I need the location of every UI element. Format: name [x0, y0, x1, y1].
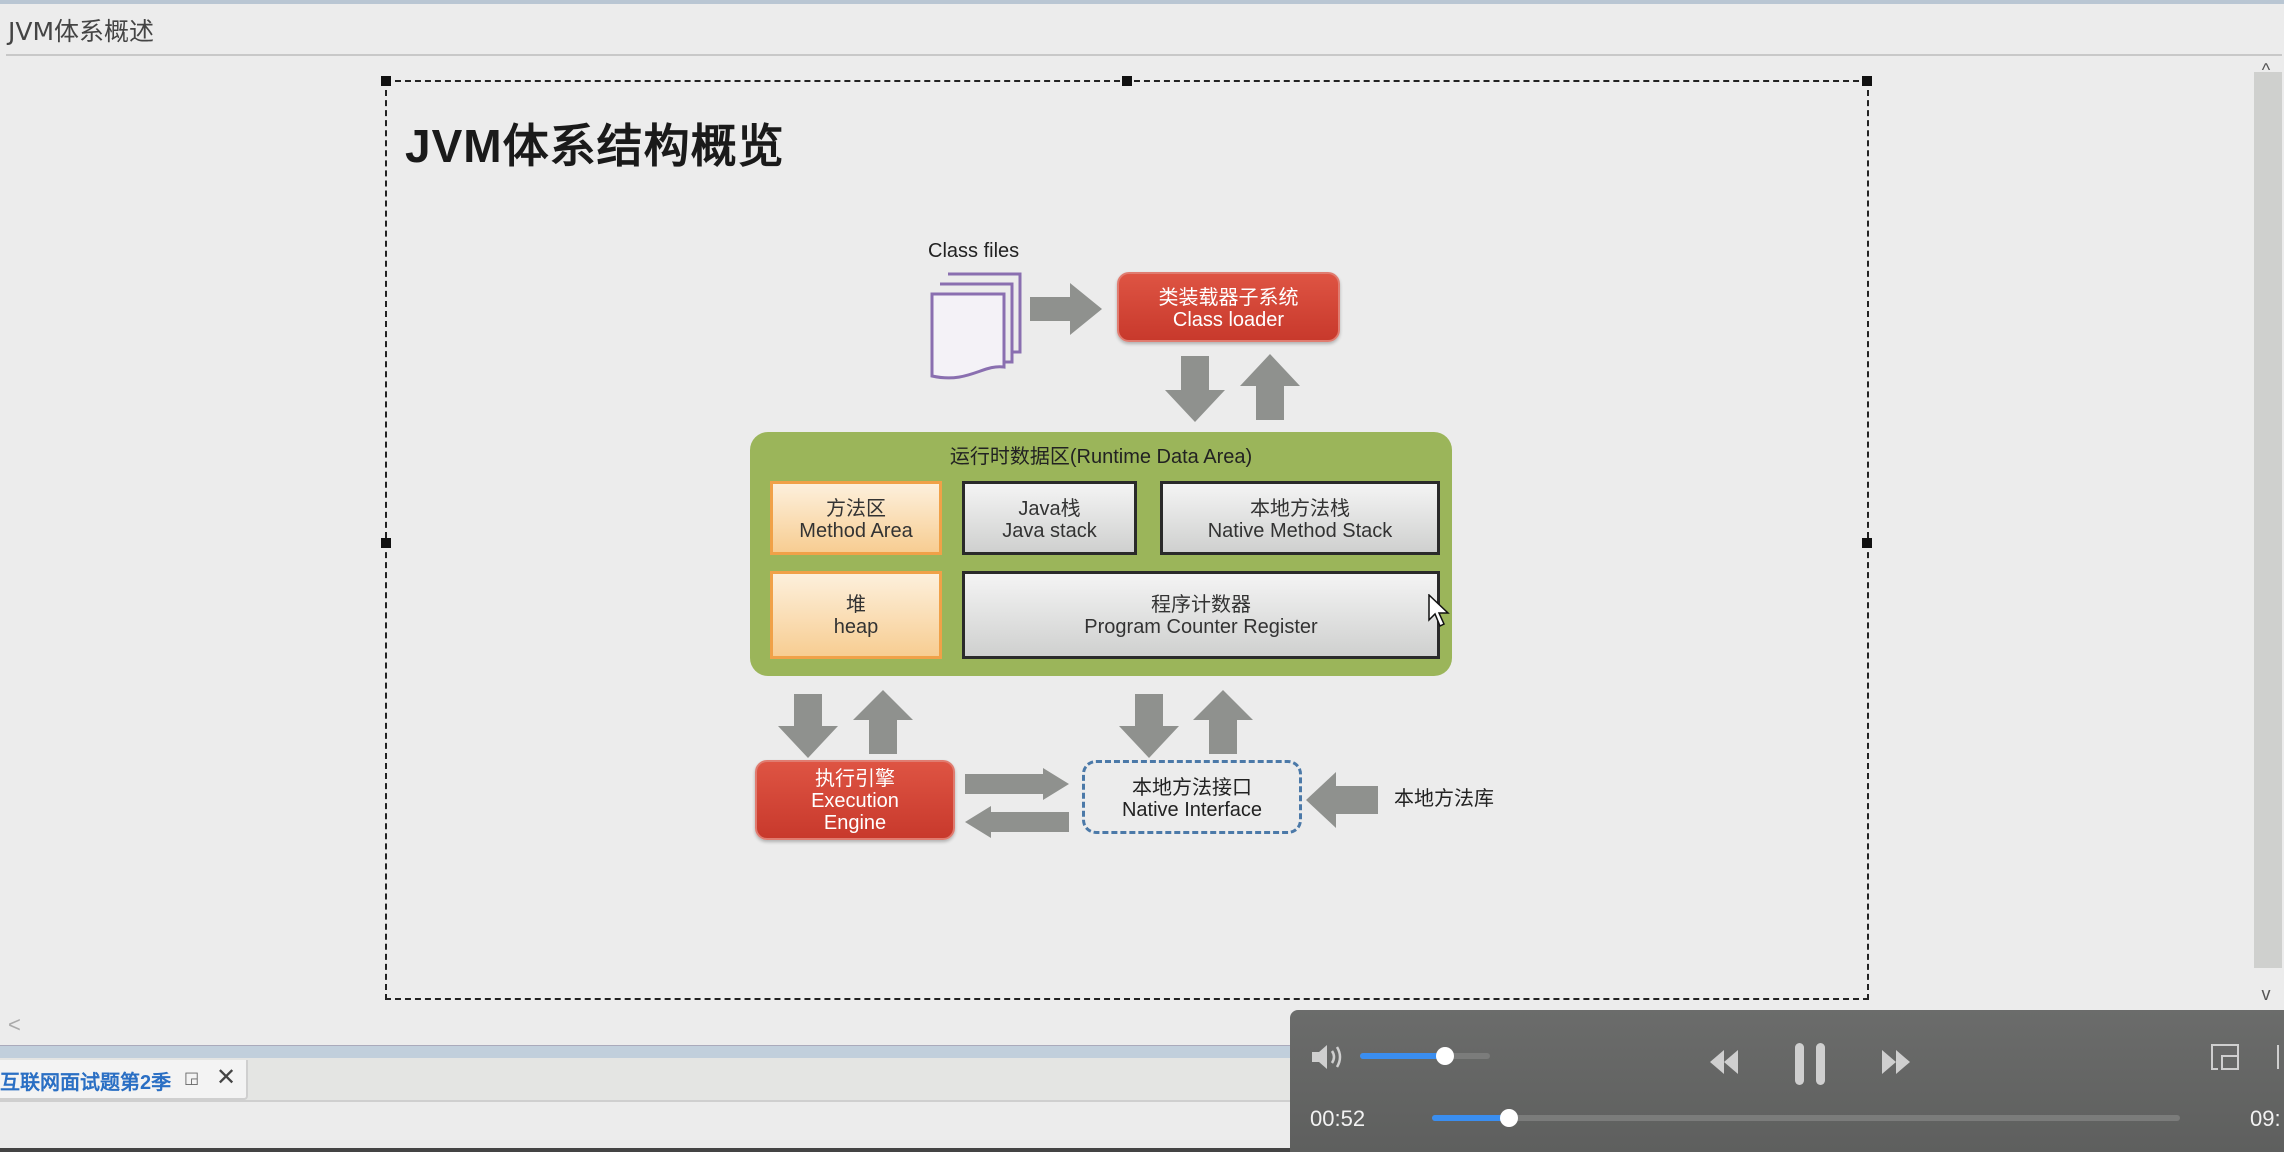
title-divider: [6, 54, 2282, 56]
mouse-cursor-icon: [1428, 594, 1450, 628]
native-interface-zh: 本地方法接口: [1132, 777, 1252, 799]
arrow-down-to-runtime: [1165, 356, 1225, 422]
arrow-right-to-classloader: [1030, 283, 1102, 335]
picture-in-picture-icon[interactable]: [2210, 1043, 2240, 1071]
class-loader-zh: 类装载器子系统: [1158, 287, 1299, 309]
tab-close-icon[interactable]: ✕: [216, 1063, 236, 1092]
progress-bar-track[interactable]: [1432, 1115, 2180, 1121]
resize-handle-right[interactable]: [1862, 538, 1872, 548]
execution-engine-box: 执行引擎 Execution Engine: [755, 760, 955, 840]
method-area-zh: 方法区: [826, 498, 886, 520]
volume-slider-knob[interactable]: [1435, 1047, 1454, 1065]
class-files-label: Class files: [928, 240, 1020, 262]
execution-engine-zh: 执行引擎: [815, 768, 895, 790]
resize-handle-left[interactable]: [381, 538, 391, 548]
native-interface-box: 本地方法接口 Native Interface: [1082, 760, 1302, 834]
heap-box: 堆 heap: [770, 571, 942, 659]
arrow-right-to-native-interface: [965, 768, 1069, 800]
heap-zh: 堆: [846, 594, 866, 616]
class-files-icon: [930, 272, 1022, 380]
arrow-up-from-native-interface: [1193, 690, 1253, 754]
resize-handle-top-right[interactable]: [1862, 76, 1872, 86]
window-top-border: [0, 0, 2284, 4]
volume-slider-fill: [1360, 1053, 1445, 1059]
arrow-up-from-engine: [853, 690, 913, 754]
method-area-en: Method Area: [799, 520, 913, 542]
execution-engine-en-2: Engine: [823, 812, 887, 834]
vertical-scrollbar-thumb[interactable]: [2254, 72, 2282, 968]
resize-handle-top-left[interactable]: [381, 76, 391, 86]
scroll-left-arrow-icon[interactable]: <: [8, 1012, 21, 1038]
current-time: 00:52: [1310, 1106, 1366, 1131]
java-stack-zh: Java栈: [1018, 498, 1081, 520]
heap-en: heap: [833, 616, 879, 638]
runtime-data-area-title: 运行时数据区(Runtime Data Area): [949, 446, 1253, 468]
native-method-stack-zh: 本地方法栈: [1250, 498, 1350, 520]
class-loader-en: Class loader: [1172, 309, 1285, 331]
arrow-up-to-classloader: [1240, 354, 1300, 420]
java-stack-box: Java栈 Java stack: [962, 481, 1137, 555]
resize-handle-top[interactable]: [1122, 76, 1132, 86]
arrow-down-to-engine: [778, 694, 838, 758]
arrow-left-to-engine: [965, 806, 1069, 838]
tab-active-label[interactable]: 互联网面试题第2季: [0, 1066, 171, 1095]
arrow-left-from-native-library: [1306, 772, 1378, 828]
program-counter-register-box: 程序计数器 Program Counter Register: [962, 571, 1440, 659]
method-area-box: 方法区 Method Area: [770, 481, 942, 555]
pc-register-zh: 程序计数器: [1151, 594, 1251, 616]
native-library-label: 本地方法库: [1394, 788, 1494, 810]
pause-icon[interactable]: [1793, 1043, 1827, 1085]
java-stack-en: Java stack: [1002, 520, 1097, 542]
fast-forward-icon[interactable]: [1880, 1050, 1912, 1074]
rewind-icon[interactable]: [1708, 1050, 1740, 1074]
total-time: 09:: [2250, 1106, 2281, 1131]
playlist-icon[interactable]: [2276, 1043, 2284, 1071]
progress-bar-fill: [1432, 1115, 1510, 1121]
scroll-down-arrow-icon[interactable]: v: [2254, 984, 2278, 1004]
pc-register-en: Program Counter Register: [1084, 616, 1318, 638]
panel-splitter[interactable]: [0, 1045, 1300, 1058]
arrow-down-to-native-interface: [1119, 694, 1179, 758]
document-title: JVM体系概述: [8, 17, 155, 46]
progress-bar-knob[interactable]: [1500, 1109, 1519, 1127]
video-player-controls: [1290, 1010, 2284, 1152]
native-method-stack-en: Native Method Stack: [1207, 520, 1393, 542]
class-loader-box: 类装载器子系统 Class loader: [1117, 272, 1340, 342]
execution-engine-en-1: Execution: [811, 790, 899, 812]
slide-title: JVM体系结构概览: [405, 120, 785, 172]
tab-restore-icon[interactable]: ◲: [184, 1068, 199, 1088]
native-method-stack-box: 本地方法栈 Native Method Stack: [1160, 481, 1440, 555]
volume-icon[interactable]: [1310, 1042, 1346, 1072]
native-interface-en: Native Interface: [1121, 799, 1263, 821]
